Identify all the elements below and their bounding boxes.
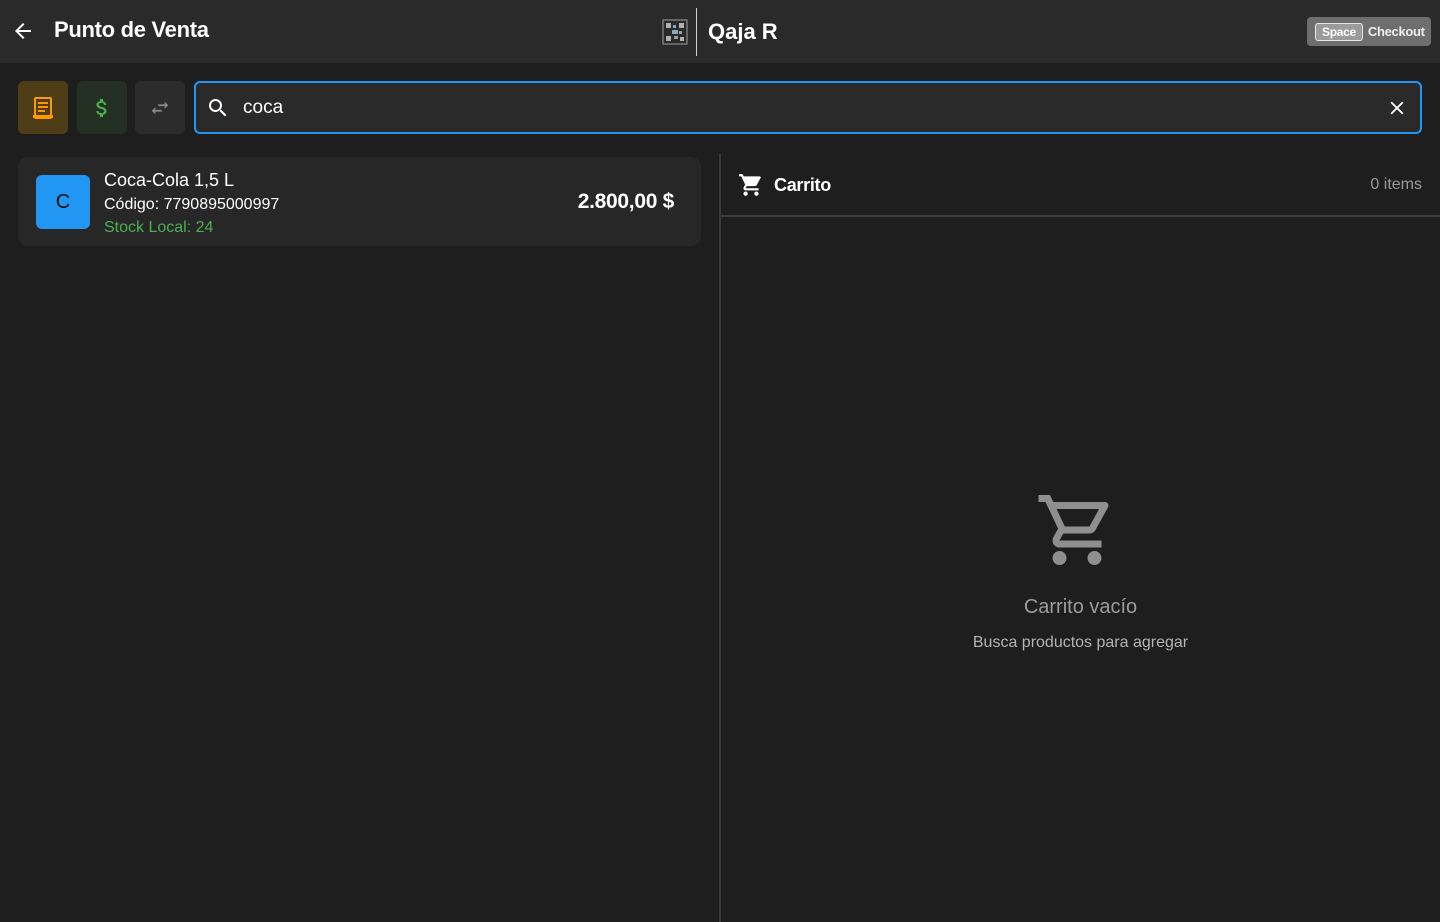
product-price: 2.800,00 $ bbox=[577, 190, 675, 213]
checkout-label: Checkout bbox=[1367, 24, 1425, 39]
transfer-button[interactable] bbox=[135, 81, 185, 134]
checkout-shortcut-key: Space bbox=[1315, 22, 1363, 41]
brand: Qaja R bbox=[662, 8, 778, 56]
brand-logo-icon bbox=[662, 19, 688, 45]
panel-divider bbox=[719, 154, 721, 922]
cart-header: Carrito 0 items bbox=[721, 154, 1440, 217]
search-input[interactable] bbox=[243, 94, 1363, 122]
cart-icon bbox=[739, 174, 761, 196]
empty-cart-title: Carrito vacío bbox=[1023, 596, 1138, 618]
empty-cart-subtitle: Busca productos para agregar bbox=[972, 634, 1189, 651]
store-name: Qaja R bbox=[708, 19, 778, 44]
product-code: Código: 7790895000997 bbox=[104, 196, 280, 213]
close-icon bbox=[1390, 101, 1404, 115]
cart-item-count: 0 items bbox=[1370, 176, 1422, 193]
arrow-left-icon bbox=[15, 23, 31, 39]
back-button[interactable] bbox=[8, 16, 38, 46]
search-icon bbox=[209, 99, 227, 117]
brand-divider bbox=[696, 8, 697, 56]
empty-cart-icon bbox=[1038, 495, 1109, 565]
swap-icon bbox=[151, 101, 169, 114]
product-stock: Stock Local: 24 bbox=[104, 219, 214, 236]
cash-button[interactable] bbox=[77, 81, 127, 134]
receipt-button[interactable] bbox=[18, 81, 68, 134]
receipt-icon bbox=[33, 96, 53, 119]
dollar-icon bbox=[96, 98, 107, 117]
product-result-item[interactable]: C Coca-Cola 1,5 L Código: 7790895000997 … bbox=[18, 157, 701, 246]
page-title: Punto de Venta bbox=[54, 17, 209, 42]
checkout-button[interactable]: Space Checkout bbox=[1307, 17, 1431, 46]
cart-title: Carrito bbox=[774, 175, 831, 195]
clear-search-button[interactable] bbox=[1384, 95, 1410, 121]
product-name: Coca-Cola 1,5 L bbox=[104, 170, 235, 190]
app-bar: Punto de Venta Qaja R Space Checkout bbox=[0, 0, 1440, 63]
search-box bbox=[194, 81, 1422, 134]
product-avatar: C bbox=[36, 175, 90, 229]
